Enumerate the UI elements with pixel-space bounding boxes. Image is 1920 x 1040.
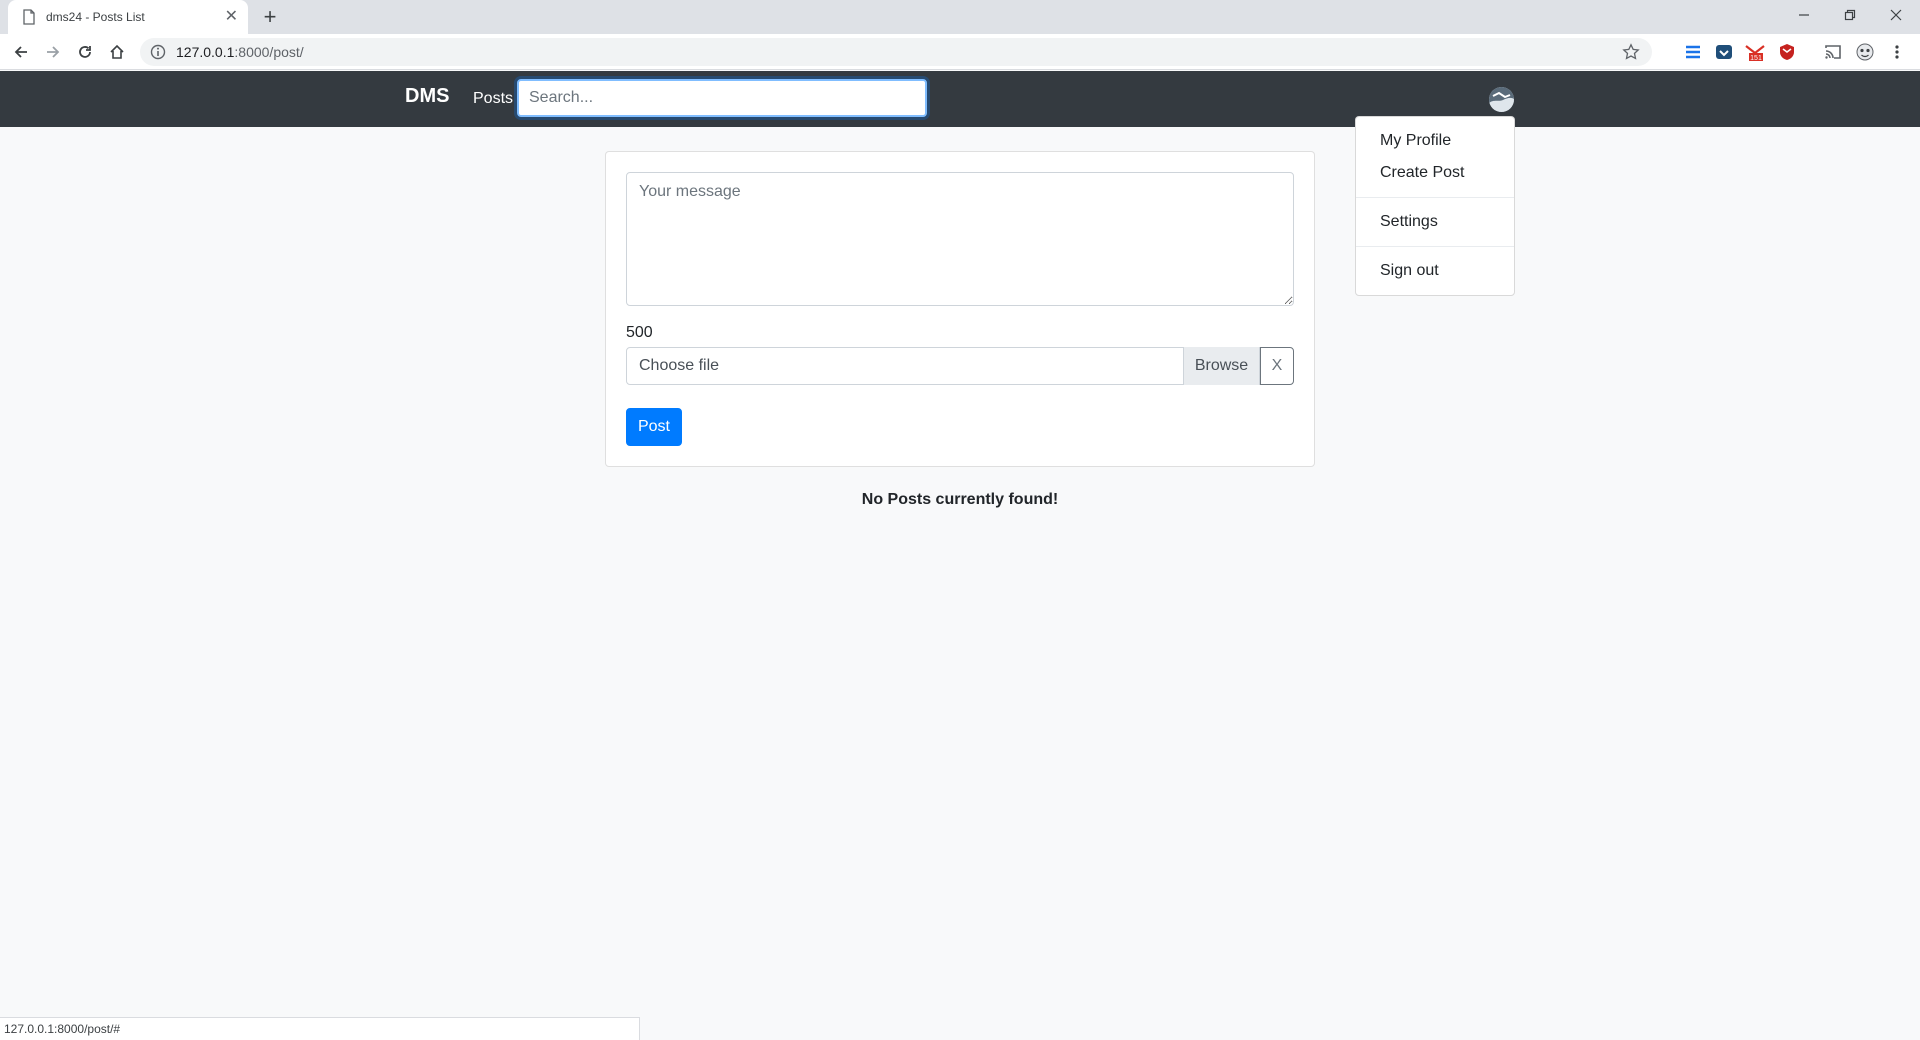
- extension-pocket-button[interactable]: [1714, 42, 1734, 62]
- user-avatar[interactable]: [1489, 87, 1514, 112]
- minimize-button[interactable]: [1781, 0, 1827, 30]
- arrow-right-icon: [47, 46, 60, 58]
- dropdown-item-my-profile[interactable]: My Profile: [1356, 125, 1514, 157]
- close-icon: [1890, 9, 1902, 21]
- arrow-left-icon: [14, 46, 27, 58]
- extension-layers-button[interactable]: [1683, 42, 1703, 62]
- address-bar[interactable]: 127.0.0.1:8000/post/: [140, 38, 1652, 66]
- url-host: 127.0.0.1: [176, 44, 235, 60]
- profile-avatar-button[interactable]: [1855, 42, 1875, 62]
- tab-close-icon[interactable]: ✕: [225, 9, 238, 25]
- shield-icon: [1780, 44, 1794, 60]
- post-composer-card: 500 Choose file Browse X Post: [605, 151, 1315, 467]
- forward-button[interactable]: [39, 38, 67, 66]
- svg-text:151: 151: [1750, 55, 1762, 62]
- file-input-label: Choose file: [639, 357, 720, 374]
- close-window-button[interactable]: [1873, 0, 1919, 30]
- cast-button[interactable]: [1823, 42, 1843, 62]
- url-text: 127.0.0.1:8000/post/: [176, 44, 304, 60]
- dropdown-divider: [1356, 246, 1514, 247]
- cast-icon: [1825, 45, 1841, 59]
- url-path: :8000/post/: [234, 44, 304, 60]
- restore-icon: [1844, 9, 1856, 21]
- browser-toolbar: 127.0.0.1:8000/post/ 151: [0, 34, 1920, 70]
- dropdown-item-create-post[interactable]: Create Post: [1356, 157, 1514, 189]
- site-navbar: DMS Posts: [0, 71, 1920, 127]
- browser-tabstrip: dms24 - Posts List ✕ +: [0, 0, 1920, 34]
- browse-button[interactable]: Browse: [1183, 347, 1259, 385]
- char-counter: 500: [626, 324, 653, 341]
- dropdown-item-settings[interactable]: Settings: [1356, 206, 1514, 238]
- extension-shield-button[interactable]: [1777, 42, 1797, 62]
- layers-icon: [1686, 45, 1700, 59]
- nav-link-posts[interactable]: Posts: [473, 90, 513, 108]
- clear-file-button[interactable]: X: [1260, 347, 1294, 385]
- file-input[interactable]: Choose file Browse: [626, 347, 1260, 385]
- empty-feed-message: No Posts currently found!: [861, 491, 1059, 508]
- home-icon: [110, 44, 124, 59]
- page-icon: [23, 9, 35, 25]
- search-input[interactable]: [517, 79, 927, 117]
- restore-button[interactable]: [1827, 0, 1873, 30]
- minimize-icon: [1799, 14, 1809, 16]
- new-tab-button[interactable]: +: [258, 5, 282, 29]
- dropdown-item-sign-out[interactable]: Sign out: [1356, 255, 1514, 287]
- brand-logo[interactable]: DMS: [405, 85, 449, 108]
- browser-tab[interactable]: dms24 - Posts List ✕: [8, 0, 248, 34]
- status-bar: 127.0.0.1:8000/post/#: [0, 1017, 640, 1040]
- tab-title: dms24 - Posts List: [46, 10, 145, 24]
- user-dropdown-menu: My Profile Create Post Settings Sign out: [1355, 116, 1515, 296]
- browser-menu-button[interactable]: [1887, 42, 1907, 62]
- pocket-icon: [1716, 45, 1732, 59]
- info-icon: [150, 44, 166, 60]
- dropdown-divider: [1356, 197, 1514, 198]
- post-button[interactable]: Post: [626, 408, 682, 446]
- gmail-icon: 151: [1745, 44, 1765, 62]
- avatar-icon: [1489, 87, 1514, 112]
- back-button[interactable]: [7, 38, 35, 66]
- profile-icon: [1856, 43, 1874, 61]
- star-icon[interactable]: [1622, 43, 1640, 61]
- more-vertical-icon: [1895, 45, 1899, 59]
- file-upload-group: Choose file Browse X: [626, 347, 1294, 385]
- message-textarea[interactable]: [626, 172, 1294, 306]
- reload-icon: [79, 46, 91, 58]
- extension-gmail-button[interactable]: 151: [1745, 42, 1765, 62]
- home-button[interactable]: [103, 38, 131, 66]
- reload-button[interactable]: [71, 38, 99, 66]
